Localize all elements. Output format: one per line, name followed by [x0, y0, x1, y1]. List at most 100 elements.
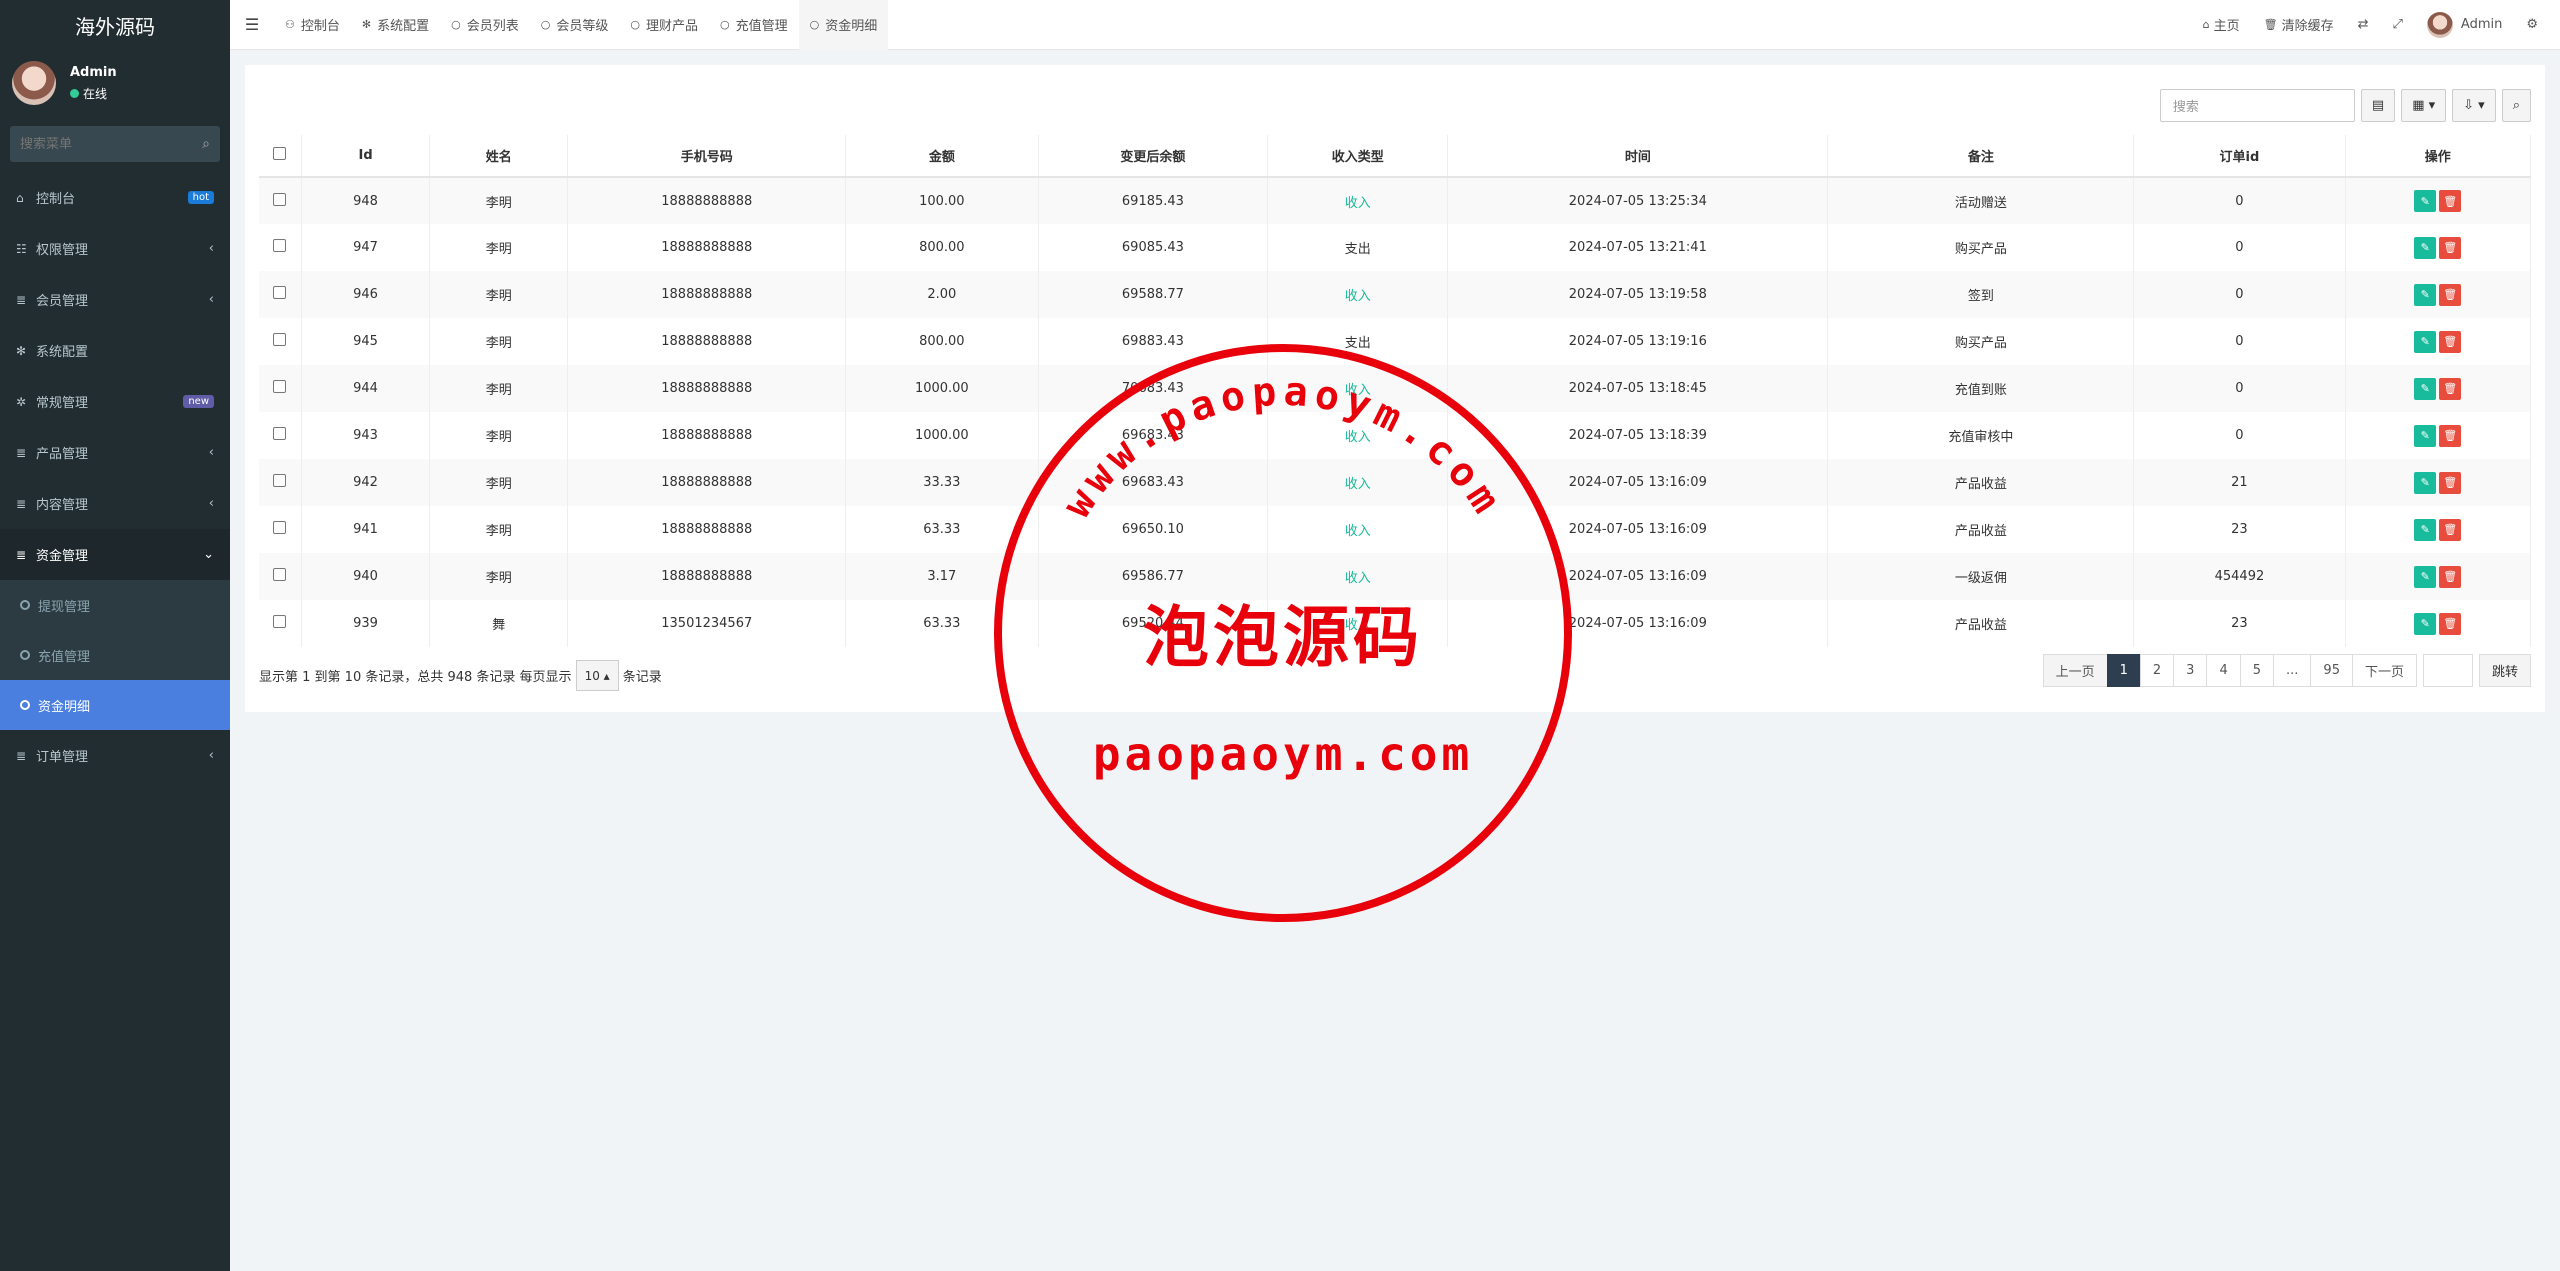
chevron-icon: ‹: [208, 748, 214, 763]
actions-cell: ✎ 🗑: [2345, 224, 2531, 271]
column-header[interactable]: 姓名: [429, 135, 569, 178]
edit-icon[interactable]: ✎: [2414, 565, 2437, 588]
row-checkbox[interactable]: [273, 380, 287, 393]
sidebar-item[interactable]: ≣ 内容管理 ‹: [0, 478, 230, 529]
edit-icon[interactable]: ✎: [2414, 330, 2437, 353]
sidebar-item[interactable]: ⌂ 控制台 hot: [0, 172, 230, 223]
search-button[interactable]: ⌕: [2501, 89, 2531, 122]
row-checkbox[interactable]: [273, 521, 287, 534]
row-checkbox[interactable]: [273, 568, 287, 581]
hamburger-menu-icon[interactable]: ☰: [230, 15, 274, 34]
delete-icon[interactable]: 🗑: [2439, 518, 2462, 541]
column-header[interactable]: 手机号码: [567, 135, 847, 178]
next-page-button[interactable]: 下一页: [2351, 654, 2417, 687]
sidebar-item-label: 权限管理: [36, 243, 89, 258]
language-icon[interactable]: ⇄: [2346, 17, 2381, 32]
table-cell: 产品收益: [1827, 459, 2135, 506]
sidebar-item-orders[interactable]: ≣ 订单管理 ‹: [0, 730, 230, 781]
row-checkbox[interactable]: [273, 286, 287, 299]
sidebar-subitem[interactable]: 提现管理: [0, 580, 230, 630]
top-tab[interactable]: ○ 理财产品: [619, 0, 709, 50]
jump-page-input[interactable]: [2422, 654, 2473, 687]
sidebar-item[interactable]: ✻ 系统配置: [0, 325, 230, 376]
sidebar-item[interactable]: ✲ 常规管理 new: [0, 376, 230, 427]
table-row: 948 李明 18888888888 100.00 69185.43 收入 2024-07-…: [259, 177, 2531, 224]
settings-gear-icon[interactable]: ⚙: [2514, 17, 2550, 32]
delete-icon[interactable]: 🗑: [2439, 612, 2462, 635]
edit-icon[interactable]: ✎: [2414, 190, 2437, 212]
top-tab[interactable]: ○ 资金明细: [798, 0, 889, 50]
page-button[interactable]: 2: [2139, 654, 2175, 687]
page-button[interactable]: 5: [2239, 654, 2275, 687]
admin-menu[interactable]: Admin: [2415, 11, 2514, 38]
toggle-view-button[interactable]: ▤: [2360, 89, 2396, 122]
sidebar-item[interactable]: ≣ 产品管理 ‹: [0, 427, 230, 478]
clear-cache-button[interactable]: 🗑 清除缓存: [2252, 15, 2346, 34]
top-tab[interactable]: ○ 会员列表: [440, 0, 530, 50]
delete-icon[interactable]: 🗑: [2439, 190, 2462, 212]
search-icon[interactable]: ⌕: [202, 136, 210, 152]
delete-icon[interactable]: 🗑: [2439, 283, 2462, 306]
column-header[interactable]: 订单id: [2133, 135, 2346, 178]
prev-page-button[interactable]: 上一页: [2042, 654, 2108, 687]
page-button[interactable]: 1: [2106, 654, 2141, 687]
delete-icon[interactable]: 🗑: [2439, 236, 2462, 259]
top-tab[interactable]: ⚇ 控制台: [274, 0, 351, 50]
edit-icon[interactable]: ✎: [2414, 424, 2437, 447]
sidebar-subitem[interactable]: 充值管理: [0, 630, 230, 680]
columns-button[interactable]: ▦ ▾: [2401, 89, 2447, 122]
jump-button[interactable]: 跳转: [2478, 654, 2531, 687]
edit-icon[interactable]: ✎: [2414, 283, 2437, 306]
row-checkbox[interactable]: [273, 239, 287, 252]
page-button[interactable]: 3: [2173, 654, 2208, 687]
page-button[interactable]: 4: [2206, 654, 2241, 687]
row-checkbox[interactable]: [273, 192, 287, 206]
sidebar-subitem[interactable]: 资金明细: [0, 680, 230, 730]
fullscreen-icon[interactable]: ⤢: [2381, 17, 2415, 32]
table-search-input[interactable]: 搜索: [2159, 89, 2355, 122]
app-logo[interactable]: 海外源码: [0, 0, 230, 50]
top-tab[interactable]: ○ 会员等级: [530, 0, 620, 50]
edit-icon[interactable]: ✎: [2414, 612, 2437, 635]
table-cell: 收入: [1267, 177, 1449, 224]
column-header[interactable]: Id: [301, 135, 431, 178]
top-tab[interactable]: ✻ 系统配置: [351, 0, 440, 50]
table-cell: 李明: [429, 271, 569, 318]
edit-icon[interactable]: ✎: [2414, 236, 2437, 259]
delete-icon[interactable]: 🗑: [2439, 330, 2462, 353]
circle-icon: ○: [540, 18, 551, 31]
column-header[interactable]: 操作: [2345, 135, 2531, 178]
export-button[interactable]: ⇩ ▾: [2452, 89, 2496, 122]
delete-icon[interactable]: 🗑: [2439, 471, 2462, 494]
page-button[interactable]: ...: [2273, 654, 2312, 687]
sidebar-item[interactable]: ≣ 资金管理 ⌄: [0, 529, 230, 580]
delete-icon[interactable]: 🗑: [2439, 424, 2462, 447]
menu-search-input[interactable]: [20, 136, 203, 152]
column-header[interactable]: 金额: [845, 135, 1039, 178]
row-checkbox[interactable]: [273, 427, 287, 440]
sidebar-item[interactable]: ≣ 会员管理 ‹: [0, 274, 230, 325]
column-header[interactable]: 时间: [1447, 135, 1829, 178]
row-checkbox[interactable]: [273, 333, 287, 346]
column-header[interactable]: 收入类型: [1267, 135, 1449, 178]
column-header[interactable]: 变更后余额: [1038, 135, 1269, 178]
edit-icon[interactable]: ✎: [2414, 471, 2437, 494]
sidebar-item[interactable]: ☷ 权限管理 ‹: [0, 223, 230, 274]
top-tab[interactable]: ○ 充值管理: [709, 0, 799, 50]
row-checkbox[interactable]: [273, 615, 287, 628]
home-link[interactable]: ⌂ 主页: [2191, 15, 2252, 34]
sidebar-item-label: 常规管理: [36, 396, 89, 411]
table-row: 939 舞 13501234567 63.33 69520.44 收入 2024-07-05…: [259, 600, 2531, 647]
edit-icon[interactable]: ✎: [2414, 518, 2437, 541]
page-button[interactable]: 95: [2310, 654, 2353, 687]
page-size-select[interactable]: 10 ▴: [575, 660, 619, 691]
column-header[interactable]: 备注: [1827, 135, 2135, 178]
edit-icon[interactable]: ✎: [2414, 377, 2437, 400]
delete-icon[interactable]: 🗑: [2439, 377, 2462, 400]
delete-icon[interactable]: 🗑: [2439, 565, 2462, 588]
row-checkbox[interactable]: [273, 474, 287, 487]
row-select-cell: [259, 459, 302, 506]
table-cell: 舞: [429, 600, 569, 647]
select-all-checkbox[interactable]: [273, 147, 287, 160]
sidebar-submenu: 提现管理 充值管理 资金明细: [0, 580, 230, 730]
